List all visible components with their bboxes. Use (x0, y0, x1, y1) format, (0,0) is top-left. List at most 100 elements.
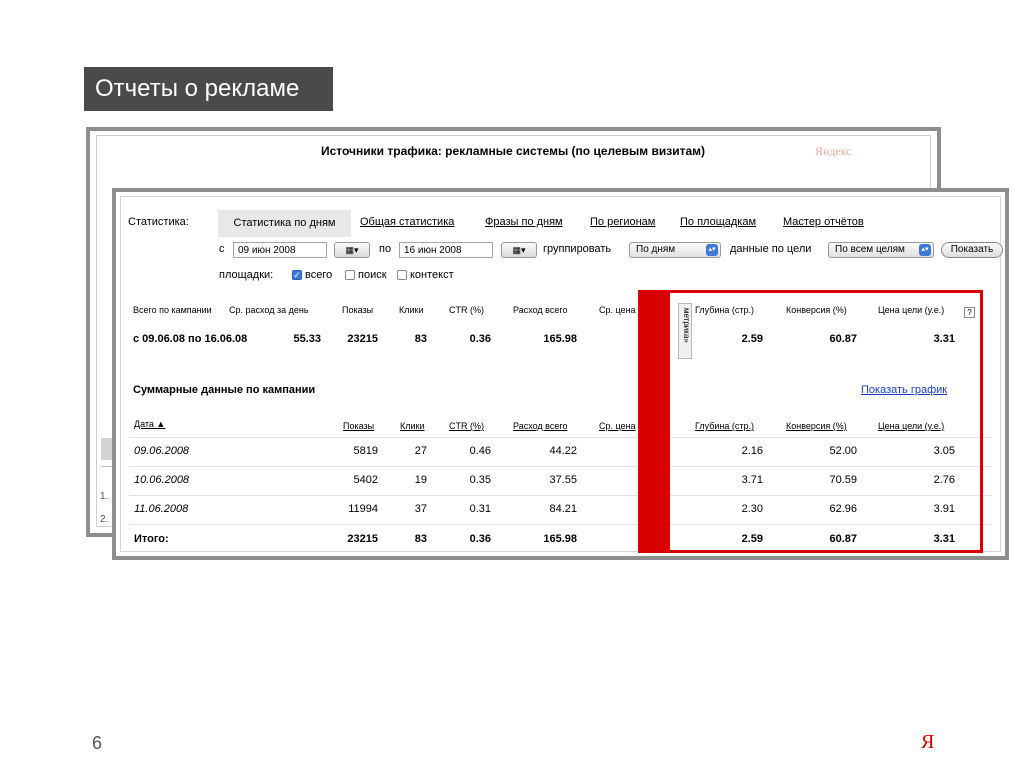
summary-period: с 09.06.08 по 16.06.08 (133, 333, 248, 345)
row-goal-price: 2.76 (933, 474, 955, 486)
row-depth: 3.71 (741, 474, 763, 486)
help-icon[interactable]: ? (964, 307, 975, 318)
col-depth[interactable]: Глубина (стр.) (695, 421, 754, 431)
back-yandex-logo: Яндекс (815, 144, 852, 158)
tab-phrases-by-day[interactable]: Фразы по дням (485, 216, 563, 228)
goal-select[interactable]: По всем целям ▴▾ (828, 242, 934, 258)
row-clicks: 27 (414, 445, 427, 457)
header-avg-daily-spend: Ср. расход за день (229, 305, 309, 315)
select-arrow-icon: ▴▾ (919, 244, 931, 256)
to-label: по (379, 243, 392, 255)
row-divider (129, 495, 992, 496)
tab-general-stats[interactable]: Общая статистика (360, 216, 454, 228)
page-number: 6 (92, 733, 103, 753)
row-date: 10.06.2008 (134, 474, 190, 486)
summary-clicks: 83 (414, 333, 427, 345)
total-goal-price: 3.31 (933, 533, 955, 545)
row-ctr: 0.35 (469, 474, 491, 486)
group-by-select[interactable]: По дням ▴▾ (629, 242, 721, 258)
row-ctr: 0.46 (469, 445, 491, 457)
row-spend: 37.55 (549, 474, 577, 486)
slide-title: Отчеты о рекламе (84, 67, 333, 111)
row-depth: 2.16 (741, 445, 763, 457)
checkbox-search-label: поиск (358, 269, 387, 281)
header-depth: Глубина (стр.) (695, 305, 755, 315)
summary-conversion: 60.87 (829, 333, 857, 345)
campaign-section-title: Суммарные данные по кампании (133, 384, 316, 396)
summary-impressions: 23215 (347, 333, 378, 345)
select-arrow-icon: ▴▾ (706, 244, 718, 256)
total-ctr: 0.36 (469, 533, 491, 545)
row-date: 09.06.2008 (134, 445, 190, 457)
summary-avg-spend: 55.33 (293, 333, 321, 345)
header-conversion: Конверсия (%) (786, 305, 847, 315)
date-from-input[interactable]: 09 июн 2008 (233, 242, 327, 258)
group-by-value: По дням (636, 244, 676, 255)
col-conversion[interactable]: Конверсия (%) (786, 421, 847, 431)
row-date: 11.06.2008 (134, 503, 189, 515)
tab-by-platform[interactable]: По площадкам (680, 216, 756, 228)
tab-daily-stats[interactable]: Статистика по дням (218, 210, 351, 237)
total-clicks: 83 (414, 533, 427, 545)
row-clicks: 19 (414, 474, 427, 486)
goal-value: По всем целям (835, 244, 905, 255)
checkbox-context-label: контекст (410, 269, 454, 281)
calendar-to-button[interactable]: ▦▾ (501, 242, 537, 258)
tab-by-region[interactable]: По регионам (590, 216, 655, 228)
row-impressions: 5402 (353, 474, 378, 486)
checkbox-all[interactable]: ✓ (292, 270, 302, 280)
row-clicks: 37 (414, 503, 427, 515)
row-divider (129, 524, 992, 525)
row-ctr: 0.31 (469, 503, 491, 515)
show-button[interactable]: Показать (941, 242, 1003, 258)
col-clicks[interactable]: Клики (400, 421, 425, 431)
checkbox-search[interactable] (345, 270, 355, 280)
back-report-title: Источники трафика: рекламные системы (по… (321, 144, 705, 158)
col-goal-price[interactable]: Цена цели (у.е.) (878, 421, 944, 431)
checkbox-context[interactable] (397, 270, 407, 280)
platforms-label: площадки: (219, 269, 274, 281)
row-goal-price: 3.91 (933, 503, 955, 515)
metrika-toggle[interactable]: метрика» (678, 303, 692, 359)
row-goal-price: 3.05 (933, 445, 955, 457)
header-campaign-total: Всего по кампании (133, 305, 212, 315)
summary-depth: 2.59 (741, 333, 763, 345)
col-avg-price[interactable]: Ср. цена (599, 421, 636, 431)
col-spend[interactable]: Расход всего (513, 421, 567, 431)
date-to-input[interactable]: 16 июн 2008 (399, 242, 493, 258)
tab-report-wizard[interactable]: Мастер отчётов (783, 216, 864, 228)
row-conversion: 62.96 (829, 503, 857, 515)
total-spend: 165.98 (543, 533, 577, 545)
total-conversion: 60.87 (829, 533, 857, 545)
header-spend-total: Расход всего (513, 305, 568, 315)
row-conversion: 70.59 (829, 474, 857, 486)
total-depth: 2.59 (741, 533, 763, 545)
row-impressions: 5819 (353, 445, 378, 457)
header-goal-price: Цена цели (у.е.) (878, 305, 945, 315)
header-ctr: CTR (%) (449, 305, 484, 315)
back-row-number: 1. (100, 491, 109, 502)
summary-ctr: 0.36 (469, 333, 491, 345)
col-impressions[interactable]: Показы (343, 421, 374, 431)
summary-spend-total: 165.98 (543, 333, 577, 345)
total-impressions: 23215 (347, 533, 378, 545)
group-label: группировать (543, 243, 612, 255)
stats-screenshot: Статистика: Статистика по дням Общая ста… (112, 188, 1009, 560)
stats-label: Статистика: (128, 216, 189, 228)
from-label: с (219, 243, 225, 255)
stats-panel: Статистика: Статистика по дням Общая ста… (120, 196, 1003, 552)
col-ctr[interactable]: CTR (%) (449, 421, 484, 431)
row-spend: 84.21 (549, 503, 577, 515)
header-clicks: Клики (399, 305, 424, 315)
row-depth: 2.30 (741, 503, 763, 515)
metrika-label: метрика» (682, 308, 691, 343)
goal-label: данные по цели (730, 243, 812, 255)
total-label: Итого: (134, 533, 169, 545)
back-row-number: 2. (100, 514, 109, 525)
row-conversion: 52.00 (829, 445, 857, 457)
calendar-from-button[interactable]: ▦▾ (334, 242, 370, 258)
header-avg-price: Ср. цена (599, 305, 636, 315)
col-date[interactable]: Дата ▲ (134, 419, 165, 429)
header-impressions: Показы (342, 305, 374, 315)
show-chart-link[interactable]: Показать график (861, 384, 947, 396)
